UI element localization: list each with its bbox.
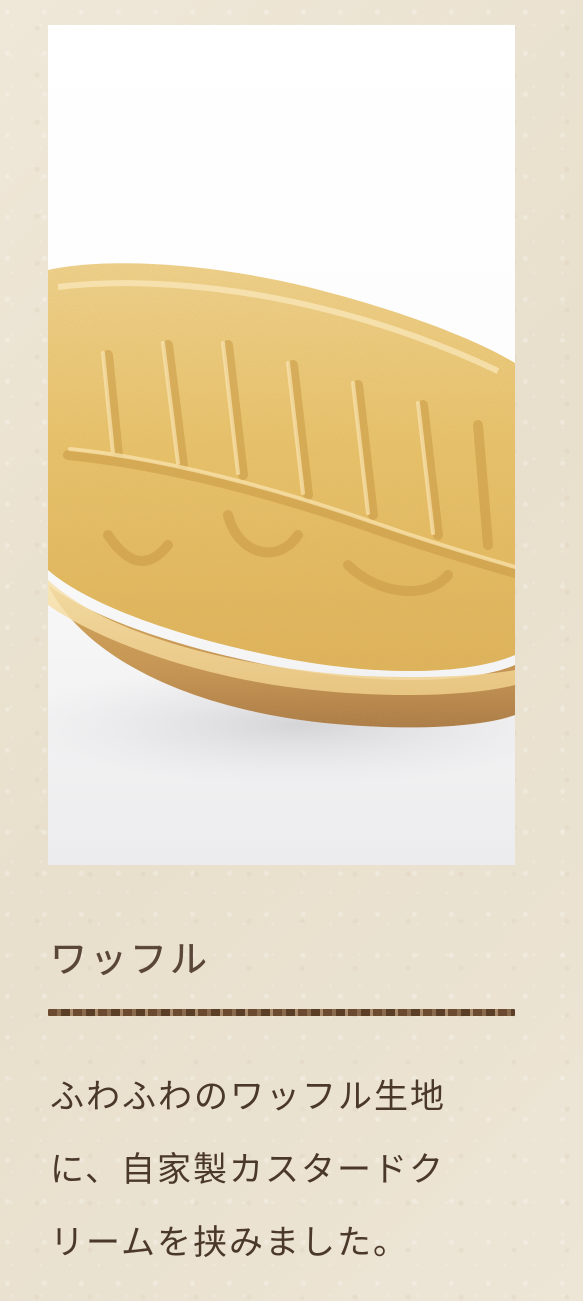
product-photo: [48, 25, 515, 865]
product-card: ワッフル ふわふわのワッフル生地 に、自家製カスタードク リームを挟みました。: [48, 25, 515, 1263]
title-divider: [48, 1009, 515, 1016]
product-description: ふわふわのワッフル生地 に、自家製カスタードク リームを挟みました。: [50, 1061, 515, 1280]
description-line-2: に、自家製カスタードク: [50, 1150, 445, 1190]
waffle-top-shell: [48, 263, 515, 672]
product-name: ワッフル: [50, 938, 210, 981]
description-line-1: ふわふわのワッフル生地: [50, 1077, 446, 1117]
description-line-3: リームを挟みました。: [50, 1223, 409, 1263]
waffle-image: [48, 263, 515, 785]
